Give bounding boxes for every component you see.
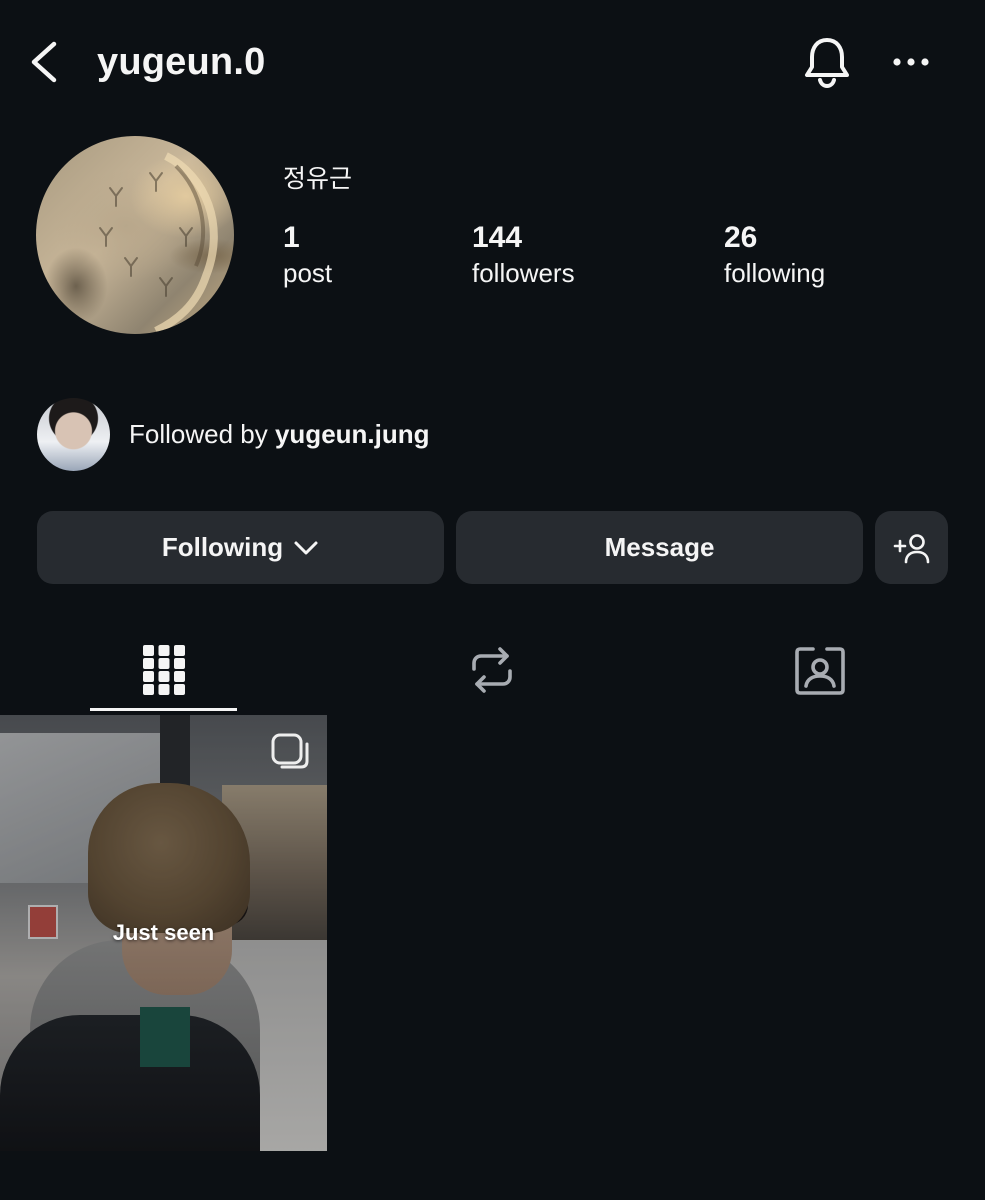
- profile-full-name: 정유근: [283, 165, 353, 193]
- chevron-down-icon: [294, 541, 318, 554]
- stat-following[interactable]: 26 following: [724, 220, 825, 290]
- suggested-accounts-button[interactable]: [875, 511, 948, 584]
- post-thumbnail[interactable]: Just seen: [0, 715, 327, 1151]
- active-tab-indicator: [90, 708, 237, 711]
- back-button[interactable]: [22, 38, 66, 86]
- repost-icon: [471, 647, 512, 693]
- mutual-follower-avatar[interactable]: [37, 398, 110, 471]
- stat-posts[interactable]: 1 post: [283, 220, 332, 290]
- bell-icon: [805, 38, 849, 89]
- posts-count: 1: [283, 221, 300, 254]
- following-count: 26: [724, 221, 758, 254]
- post-overlay-label: Just seen: [112, 920, 215, 945]
- followed-by-user: yugeun.jung: [274, 419, 430, 449]
- tagged-person-icon: [794, 647, 845, 695]
- following-button[interactable]: Following: [37, 511, 444, 584]
- profile-avatar[interactable]: [36, 136, 234, 334]
- sand-footprints-image: [99, 152, 218, 334]
- more-horizontal-icon: [893, 58, 929, 66]
- tab-reposts[interactable]: [418, 626, 565, 714]
- followed-by-text[interactable]: Followed by yugeun.jung: [129, 416, 430, 452]
- chevron-left-icon: [31, 41, 57, 83]
- tab-posts-grid[interactable]: [90, 626, 237, 714]
- following-label: following: [724, 258, 826, 288]
- followers-count: 144: [472, 221, 523, 254]
- more-options-button[interactable]: [886, 44, 936, 80]
- stat-followers[interactable]: 144 followers: [472, 220, 575, 290]
- profile-username: yugeun.0: [97, 41, 266, 83]
- message-button-label: Message: [604, 532, 715, 562]
- add-person-icon: [893, 533, 929, 563]
- posts-label: post: [283, 258, 333, 288]
- following-button-label: Following: [161, 532, 284, 562]
- followed-by-prefix: Followed by: [129, 419, 275, 449]
- notifications-button[interactable]: [800, 34, 854, 90]
- grid-icon: [142, 645, 185, 695]
- tab-tagged[interactable]: [746, 626, 893, 714]
- message-button[interactable]: Message: [456, 511, 863, 584]
- followers-label: followers: [472, 258, 575, 288]
- carousel-icon: [271, 733, 309, 769]
